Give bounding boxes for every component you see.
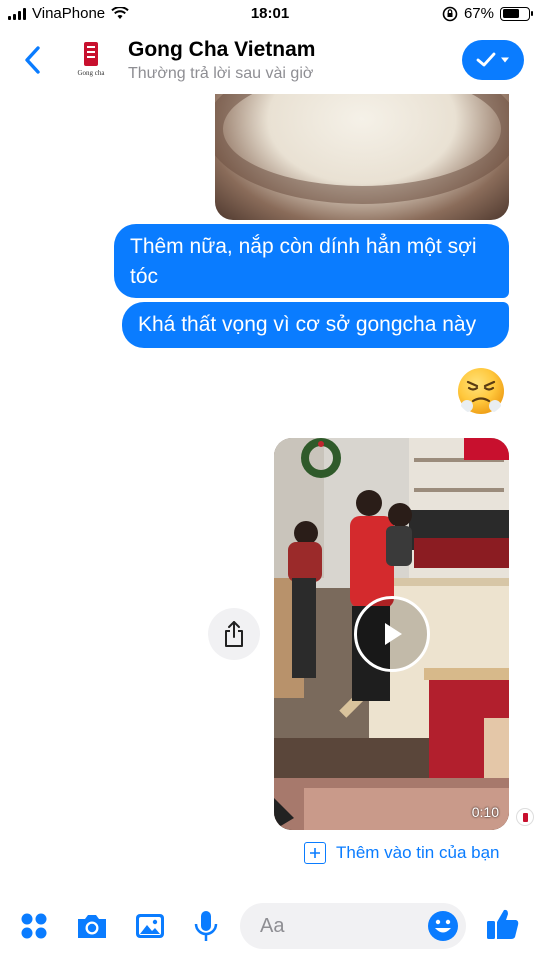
- video-duration: 0:10: [471, 804, 499, 820]
- avatar-logo-text: Gong cha: [77, 69, 105, 77]
- gongcha-logo: [84, 42, 98, 66]
- message-input[interactable]: [260, 903, 420, 949]
- emoji-icon[interactable]: [426, 909, 460, 943]
- conversation-options-button[interactable]: [462, 40, 524, 80]
- share-icon: [225, 621, 243, 647]
- checkmark-icon: [476, 52, 496, 67]
- add-to-story-label: Thêm vào tin của bạn: [336, 843, 500, 862]
- message-bubble[interactable]: Khá thất vọng vì cơ sở gongcha này: [122, 302, 509, 348]
- microphone-icon[interactable]: [188, 908, 224, 944]
- chevron-down-icon: [501, 57, 509, 63]
- status-bar: VinaPhone 18:01 67%: [0, 0, 540, 28]
- share-button[interactable]: [208, 608, 260, 660]
- status-right: 67%: [442, 5, 533, 22]
- play-icon: [385, 623, 402, 645]
- more-apps-icon[interactable]: [16, 908, 52, 944]
- contact-name[interactable]: Gong Cha Vietnam: [128, 38, 315, 62]
- contact-status: Thường trả lời sau vài giờ: [128, 65, 314, 82]
- gallery-icon[interactable]: [132, 908, 168, 944]
- messenger-screen: VinaPhone 18:01 67% Gong cha Gong Cha Vi…: [0, 0, 540, 960]
- back-arrow-icon[interactable]: [20, 42, 48, 78]
- steam-from-nose-face-icon[interactable]: [456, 366, 506, 416]
- orientation-lock-icon: [442, 6, 458, 21]
- battery-percent: 67%: [463, 5, 494, 22]
- contact-avatar[interactable]: Gong cha: [72, 40, 110, 82]
- plus-icon: [304, 842, 326, 864]
- message-bubble[interactable]: Thêm nữa, nắp còn dính hẳn một sợi tóc: [114, 224, 509, 298]
- message-input-container: [240, 903, 466, 949]
- photo-content: [215, 94, 509, 204]
- play-button[interactable]: [354, 596, 430, 672]
- camera-icon[interactable]: [74, 908, 110, 944]
- conversation-header: Gong cha Gong Cha Vietnam Thường trả lời…: [0, 28, 540, 94]
- read-receipt-avatar: [516, 808, 534, 826]
- add-to-story-button[interactable]: Thêm vào tin của bạn: [304, 840, 499, 866]
- video-message[interactable]: 0:10: [274, 438, 509, 830]
- battery-icon: [500, 6, 533, 21]
- message-composer: [0, 896, 540, 960]
- thumbs-up-icon[interactable]: [484, 906, 520, 942]
- photo-message[interactable]: [215, 94, 509, 220]
